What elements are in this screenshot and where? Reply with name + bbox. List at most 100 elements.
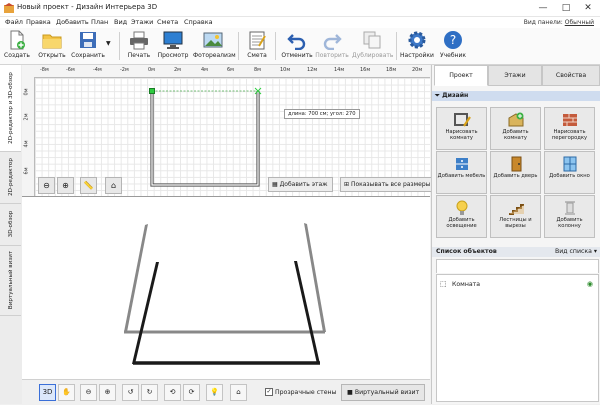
view-tabs: 2D-редактор и 3D-обзор 2D-редактор 3D-об… (0, 65, 23, 404)
close-button[interactable]: ✕ (577, 0, 599, 16)
toolbar-separator (119, 32, 120, 60)
open-button[interactable]: Открыть (37, 29, 67, 63)
objects-list[interactable]: ⬚ Комната ◉ (436, 274, 599, 402)
zoom-out-3d-button[interactable]: ⊖ (80, 384, 97, 401)
door-icon (511, 156, 521, 172)
stairs-button[interactable]: Лестницы и вырезы (490, 195, 541, 238)
show-sizes-button[interactable]: ⊞ Показывать все размеры (340, 177, 436, 192)
window-icon (563, 156, 576, 172)
checkbox-icon[interactable]: ✓ (265, 388, 273, 396)
sizes-icon: ⊞ (344, 181, 350, 188)
preview-button[interactable]: Просмотр (157, 29, 189, 63)
undo-button[interactable]: Отменить (281, 29, 313, 63)
duplicate-icon (363, 31, 381, 49)
room-icon: ⬚ (440, 280, 447, 288)
toolbar-separator (238, 32, 239, 60)
right-panel: Проект Этажи Свойства ⏷ Дизайн Нарисоват… (431, 65, 600, 404)
save-icon (80, 32, 96, 48)
draw-wall-button[interactable]: Нарисовать перегородку (544, 107, 595, 150)
redo-icon (323, 34, 342, 50)
rotate-3d-button[interactable]: 3D (39, 384, 56, 401)
design-header: ⏷ Дизайн (432, 91, 600, 101)
home-3d-button[interactable]: ⌂ (230, 384, 247, 401)
view-3d-toolbar: 3D ✋ ⊖ ⊕ ↺ ↻ ⟲ ⟳ 💡 ⌂ ✓ Прозрачные стены … (22, 379, 430, 405)
panel-view-label: Вид панели: (523, 19, 563, 26)
tab-properties[interactable]: Свойства (542, 65, 600, 86)
draw-room-button[interactable]: Нарисовать комнату (436, 107, 487, 150)
rotate-left-icon: ↺ (127, 388, 134, 396)
view-3d[interactable] (22, 197, 430, 379)
tutorial-button[interactable]: ? Учебник (438, 29, 468, 63)
menu-view[interactable]: Вид (114, 17, 127, 28)
pan-button[interactable]: ✋ (58, 384, 75, 401)
add-floor-button[interactable]: ▦ Добавить этаж (268, 177, 333, 192)
zoom-out-button[interactable]: ⊖ (38, 177, 55, 194)
menu-help[interactable]: Справка (184, 17, 213, 28)
rotate-left-button[interactable]: ↺ (122, 384, 139, 401)
panel-view-value[interactable]: Обычный (565, 19, 594, 26)
home-view-button[interactable]: ⌂ (105, 177, 122, 194)
save-button[interactable]: Сохранить (70, 29, 106, 63)
add-room-button[interactable]: Добавить комнату (490, 107, 541, 150)
rotate-3d-icon: 3D (42, 388, 53, 396)
ruler-tool-button[interactable]: 📏 (80, 177, 97, 194)
menu-file[interactable]: Файл (5, 17, 23, 28)
menu-plan[interactable]: План (91, 17, 108, 28)
list-item[interactable]: ⬚ Комната ◉ (437, 279, 596, 291)
tab-2d-editor[interactable]: 2D-редактор (0, 151, 21, 204)
editor-2d[interactable]: -8м -6м -4м -2м 0м 2м 4м 6м 8м 10м 12м 1… (22, 65, 436, 198)
zoom-in-button[interactable]: ⊕ (57, 177, 74, 194)
menu-floors[interactable]: Этажи (131, 17, 153, 28)
hand-icon: ✋ (62, 388, 71, 396)
minimize-button[interactable]: — (532, 0, 554, 16)
objects-view-button[interactable]: Вид списка ▾ (555, 247, 597, 257)
add-door-button[interactable]: Добавить дверь (490, 151, 541, 194)
monitor-icon (163, 31, 183, 49)
zoom-in-3d-button[interactable]: ⊕ (99, 384, 116, 401)
add-column-button[interactable]: Добавить колонну (544, 195, 595, 238)
add-furniture-button[interactable]: Добавить мебель (436, 151, 487, 194)
orbit-right-button[interactable]: ⟳ (183, 384, 200, 401)
menu-edit[interactable]: Правка (26, 17, 51, 28)
gear-icon (408, 31, 426, 49)
help-icon: ? (444, 31, 462, 49)
tab-project[interactable]: Проект (434, 65, 488, 86)
furniture-icon (455, 158, 468, 170)
objects-header: Список объектов Вид списка ▾ (432, 247, 600, 257)
zoom-in-icon: ⊕ (62, 181, 69, 190)
tab-3d-view[interactable]: 3D-обзор (0, 203, 21, 246)
rotate-right-icon: ↻ (146, 388, 153, 396)
lighting-button[interactable]: 💡 (206, 384, 223, 401)
light-bulb-icon: 💡 (210, 388, 219, 396)
add-window-button[interactable]: Добавить окно (544, 151, 595, 194)
add-floor-icon: ▦ (272, 181, 278, 188)
transparent-walls-toggle[interactable]: ✓ Прозрачные стены (265, 388, 336, 396)
estimate-button[interactable]: Смета (244, 29, 270, 63)
stairs-icon (508, 204, 524, 215)
eye-icon[interactable]: ◉ (587, 280, 593, 288)
create-button[interactable]: Создать (3, 29, 31, 63)
tab-virtual-visit[interactable]: Виртуальный визит (0, 245, 21, 316)
add-lighting-button[interactable]: Добавить освещение (436, 195, 487, 238)
app-icon (4, 3, 14, 13)
menu-estimate[interactable]: Смета (157, 17, 178, 28)
menu-add[interactable]: Добавить (56, 17, 89, 28)
virtual-visit-button[interactable]: ■ Виртуальный визит (341, 384, 426, 401)
new-file-icon (10, 30, 25, 50)
tab-2d-3d[interactable]: 2D-редактор и 3D-обзор (0, 65, 21, 152)
orbit-left-button[interactable]: ⟲ (164, 384, 181, 401)
collapse-icon[interactable]: ⏷ (435, 92, 440, 99)
room-3d-render[interactable] (22, 197, 430, 379)
svg-text:?: ? (450, 33, 456, 47)
print-button[interactable]: Печать (125, 29, 153, 63)
settings-button[interactable]: Настройки (400, 29, 434, 63)
rotate-right-button[interactable]: ↻ (141, 384, 158, 401)
ruler-icon: 📏 (83, 181, 94, 190)
redo-button[interactable]: Повторить (315, 29, 349, 63)
maximize-button[interactable]: □ (555, 0, 577, 16)
panel-view: Вид панели: Обычный (524, 17, 594, 28)
duplicate-button[interactable]: Дублировать (352, 29, 393, 63)
tab-floors[interactable]: Этажи (488, 65, 542, 86)
photorealism-button[interactable]: Фотореализм (193, 29, 236, 63)
save-dropdown-icon[interactable]: ▼ (106, 40, 111, 47)
